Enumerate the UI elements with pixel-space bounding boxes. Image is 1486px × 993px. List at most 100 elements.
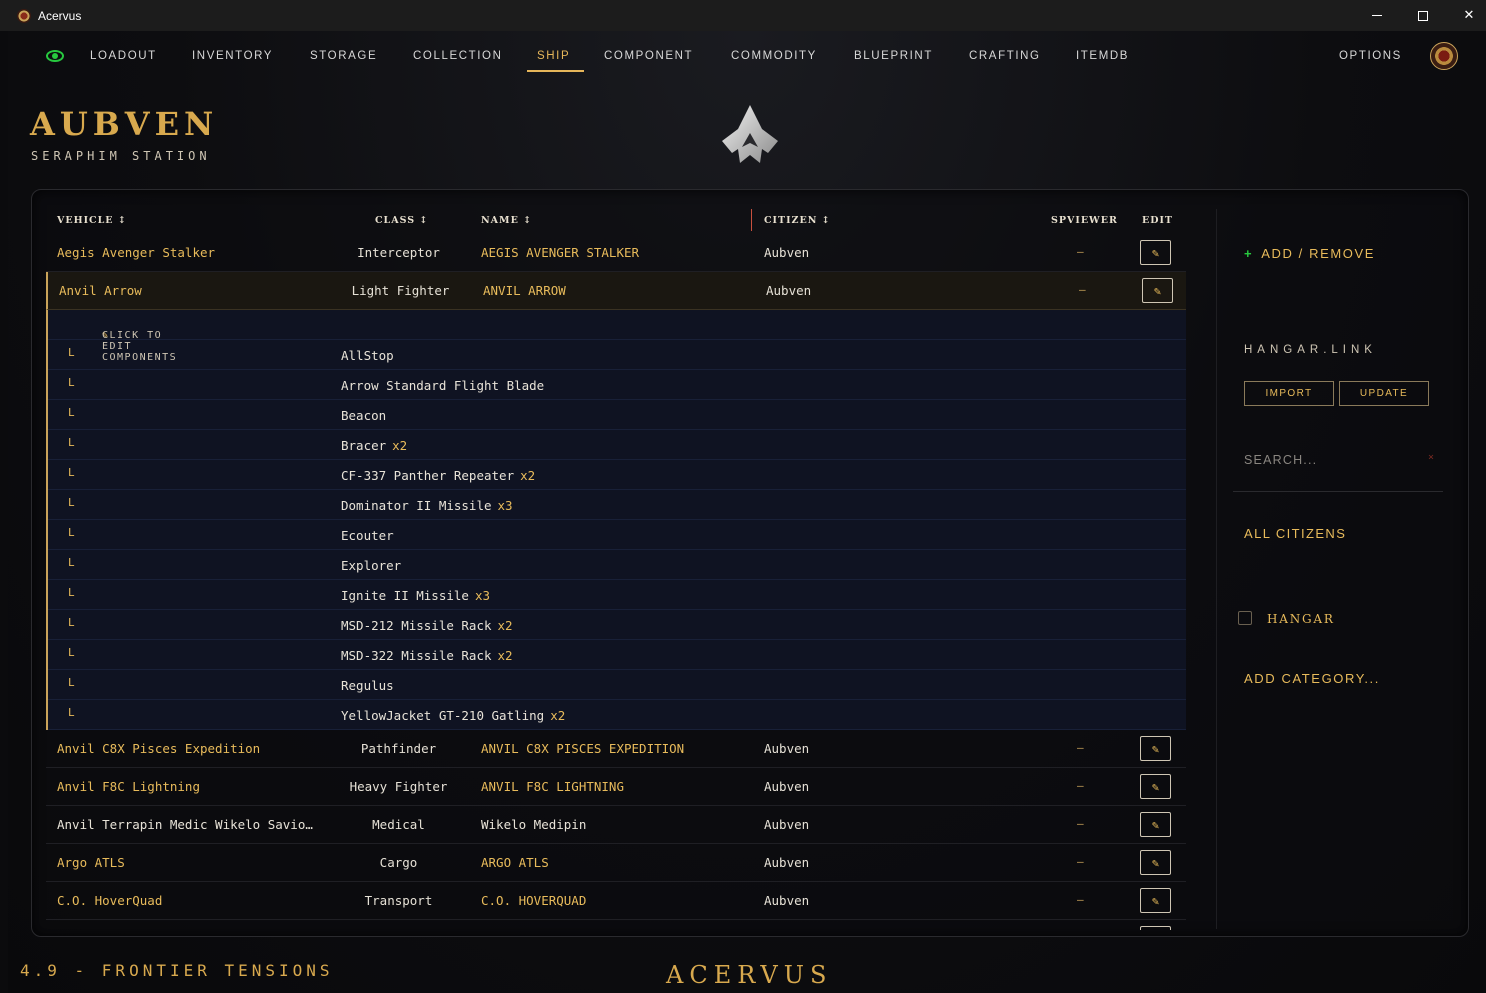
citizen-cell: Aubven [766,283,812,298]
tree-branch-icon: L [68,586,75,599]
app-logo-icon [17,8,31,23]
clear-search-icon[interactable]: × [1428,452,1434,463]
component-item[interactable]: L AllStop [48,340,1186,370]
edit-button[interactable]: ✎ [1140,240,1171,265]
nav-loadout[interactable]: LOADOUT [90,50,157,62]
vehicle-cell: C.O. HoverQuad [57,893,163,908]
update-button[interactable]: UPDATE [1339,381,1429,406]
user-avatar[interactable] [1430,42,1458,70]
spviewer-cell[interactable]: – [1079,283,1086,296]
class-cell: Medical [372,817,425,832]
table-row-expanded[interactable]: Anvil Arrow Light Fighter ANVIL ARROW Au… [46,272,1186,310]
top-nav: LOADOUT INVENTORY STORAGE COLLECTION SHI… [8,31,1486,87]
tree-branch-icon: L [68,406,75,419]
hangar-link-title: HANGAR.LINK [1244,344,1377,356]
component-item[interactable]: L Bracer x2 [48,430,1186,460]
component-qty: x2 [497,648,513,663]
edit-button[interactable]: ✎ [1140,812,1171,837]
spviewer-cell[interactable]: – [1077,855,1084,868]
citizen-name: AUBVEN [30,105,219,143]
component-item[interactable]: L Ignite II Missile x3 [48,580,1186,610]
nav-inventory[interactable]: INVENTORY [192,50,273,62]
component-item[interactable]: L Regulus [48,670,1186,700]
edit-button[interactable]: ✎ [1140,774,1171,799]
table-row[interactable]: Anvil C8X Pisces Expedition Pathfinder A… [46,730,1186,768]
spviewer-cell[interactable]: – [1077,779,1084,792]
header-class[interactable]: CLASS ↕ [375,215,428,226]
header-name[interactable]: NAME ↕ [481,215,532,226]
citizen-cell: Aubven [764,741,810,756]
nav-storage[interactable]: STORAGE [310,50,377,62]
nav-crafting[interactable]: CRAFTING [969,50,1041,62]
ship-table-body[interactable]: Aegis Avenger Stalker Interceptor AEGIS … [46,234,1186,930]
nav-options[interactable]: OPTIONS [1339,50,1402,62]
hangar-label[interactable]: HANGAR [1267,612,1335,626]
close-icon: ✕ [1463,8,1475,23]
edit-button[interactable]: ✎ [1140,736,1171,761]
component-item[interactable]: L Explorer [48,550,1186,580]
name-cell: ANVIL F8C LIGHTNING [481,779,624,794]
add-category-button[interactable]: ADD CATEGORY... [1244,671,1380,686]
component-name: MSD-212 Missile Rack [341,618,492,633]
header-vehicle[interactable]: VEHICLE ↕ [57,215,127,226]
component-item[interactable]: L Dominator II Missile x3 [48,490,1186,520]
tree-branch-icon: L [68,436,75,449]
name-cell: ARGO ATLS [481,855,549,870]
hangar-checkbox[interactable] [1238,611,1252,625]
citizen-cell: Aubven [764,817,810,832]
add-remove-button[interactable]: + ADD / REMOVE [1244,246,1375,261]
search-input[interactable] [1244,449,1434,471]
vehicle-cell: Aegis Avenger Stalker [57,245,216,260]
component-item[interactable]: L CF-337 Panther Repeater x2 [48,460,1186,490]
maximize-button[interactable] [1400,0,1446,31]
component-item[interactable]: L Ecouter [48,520,1186,550]
table-row[interactable]: Argo ATLS Cargo ARGO ATLS Aubven – ✎ [46,844,1186,882]
component-item[interactable]: L Arrow Standard Flight Blade [48,370,1186,400]
nav-commodity[interactable]: COMMODITY [731,50,817,62]
app-root: LOADOUT INVENTORY STORAGE COLLECTION SHI… [8,31,1486,993]
component-item[interactable]: L Beacon [48,400,1186,430]
tree-branch-icon: L [68,526,75,539]
column-resizer[interactable] [751,209,752,231]
component-qty: x2 [392,438,408,453]
component-qty: x2 [550,708,566,723]
component-item[interactable]: L YellowJacket GT-210 Gatling x2 [48,700,1186,730]
citizen-cell: Aubven [764,893,810,908]
edit-button[interactable]: ✎ [1142,278,1173,303]
nav-component[interactable]: COMPONENT [604,50,693,62]
pencil-icon: ✎ [1151,817,1160,832]
name-cell: AEGIS AVENGER STALKER [481,245,640,260]
edit-button[interactable]: ✎ [1140,926,1171,930]
spviewer-cell[interactable]: – [1077,817,1084,830]
all-citizens-filter[interactable]: ALL CITIZENS [1244,526,1346,541]
minimize-button[interactable] [1354,0,1400,31]
tree-branch-icon: L [68,466,75,479]
component-name: YellowJacket GT-210 Gatling [341,708,545,723]
import-button[interactable]: IMPORT [1244,381,1334,406]
table-row[interactable]: Aegis Avenger Stalker Interceptor AEGIS … [46,234,1186,272]
component-item[interactable]: L MSD-322 Missile Rack x2 [48,640,1186,670]
edit-components-hint[interactable]: ✎ CLICK TO EDIT COMPONENTS [48,310,1186,363]
table-row[interactable]: Anvil Terrapin Medic Wikelo Savio… Medic… [46,806,1186,844]
component-item[interactable]: L MSD-212 Missile Rack x2 [48,610,1186,640]
spviewer-cell[interactable]: – [1077,245,1084,258]
nav-itemdb[interactable]: ITEMDB [1076,50,1129,62]
table-row-partial[interactable]: ✎ [46,920,1186,930]
table-row[interactable]: C.O. HoverQuad Transport C.O. HOVERQUAD … [46,882,1186,920]
component-qty: x3 [497,498,513,513]
component-name: CF-337 Panther Repeater [341,468,515,483]
header-citizen[interactable]: CITIZEN ↕ [764,215,831,226]
nav-ship[interactable]: SHIP [537,50,570,62]
table-row[interactable]: Anvil F8C Lightning Heavy Fighter ANVIL … [46,768,1186,806]
edit-button[interactable]: ✎ [1140,850,1171,875]
close-button[interactable]: ✕ [1446,0,1486,31]
footer-logo: ACERVUS [666,961,833,989]
nav-collection[interactable]: COLLECTION [413,50,503,62]
sidebar-divider [1233,491,1443,492]
edit-button[interactable]: ✎ [1140,888,1171,913]
spviewer-cell[interactable]: – [1077,893,1084,906]
nav-blueprint[interactable]: BLUEPRINT [854,50,933,62]
citizen-cell: Aubven [764,245,810,260]
spviewer-cell[interactable]: – [1077,741,1084,754]
visibility-eye-icon[interactable] [46,50,64,62]
